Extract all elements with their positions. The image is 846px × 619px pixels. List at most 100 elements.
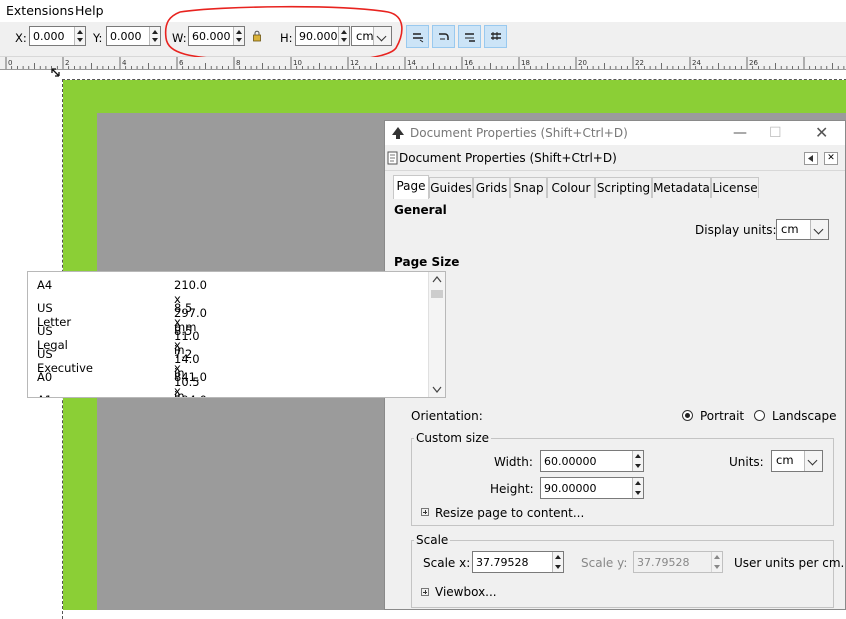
page-size-list[interactable]: A4 210.0 x 297.0 mm US Letter 8.5 x 11.0 in…	[27, 271, 446, 398]
tab-grids[interactable]: Grids	[473, 177, 510, 198]
ruler-label: 4	[122, 59, 127, 67]
page-size-name: A0	[37, 370, 53, 384]
x-input[interactable]	[30, 27, 76, 45]
viewbox-expander[interactable]: Viewbox...	[435, 585, 497, 599]
panel-iconify-button[interactable]	[804, 152, 818, 165]
tab-scripting[interactable]: Scripting	[595, 177, 652, 198]
horizontal-ruler[interactable]: 0 2 4 6 8 10 12 14 16 18 20 22 24 26	[0, 57, 846, 70]
panel-title: Document Properties (Shift+Ctrl+D)	[399, 151, 617, 165]
tab-guides[interactable]: Guides	[429, 177, 473, 198]
ruler-label: 2	[65, 59, 69, 67]
tab-snap[interactable]: Snap	[510, 177, 547, 198]
menu-help[interactable]: Help	[75, 3, 104, 18]
height-spinbox[interactable]	[540, 477, 644, 499]
page-size-scrollbar[interactable]	[428, 272, 445, 397]
move-gradients-button[interactable]	[458, 25, 481, 48]
chevron-down-icon	[804, 451, 822, 471]
move-gradients-icon	[465, 33, 475, 42]
y-input[interactable]	[107, 27, 151, 45]
width-spin-arrows[interactable]	[632, 451, 643, 471]
scale-corners-icon	[439, 33, 449, 40]
ruler-label: 26	[749, 59, 758, 67]
panel-close-icon[interactable]: ✕	[824, 152, 838, 165]
tab-page[interactable]: Page	[393, 175, 429, 199]
ruler-label: 24	[692, 59, 701, 67]
menu-extensions[interactable]: Extensions	[6, 3, 74, 18]
height-label: Height:	[490, 482, 534, 496]
general-heading: General	[394, 203, 447, 217]
move-patterns-icon	[491, 32, 501, 40]
resize-page-to-content-expander[interactable]: Resize page to content...	[435, 506, 584, 520]
dialog-panel-header: Document Properties (Shift+Ctrl+D) ✕	[385, 146, 845, 171]
width-input[interactable]	[541, 451, 633, 471]
y-spin-arrows[interactable]	[149, 27, 160, 45]
orientation-label: Orientation:	[411, 409, 483, 423]
ruler-label: 14	[407, 59, 416, 67]
ruler-label: 10	[293, 59, 302, 67]
page-size-name: A1	[37, 393, 52, 397]
document-properties-dialog: Document Properties (Shift+Ctrl+D) — ☐ ✕…	[384, 120, 846, 610]
ruler-label: 20	[578, 59, 587, 67]
ruler-ticks: 0 2 4 6 8 10 12 14 16 18 20 22 24 26	[5, 57, 845, 69]
scale-y-spin-arrows	[711, 552, 722, 572]
landscape-radio[interactable]	[754, 410, 765, 421]
maximize-button[interactable]: ☐	[769, 125, 782, 141]
height-spin-arrows[interactable]	[632, 478, 643, 498]
scale-title: Scale	[414, 533, 451, 547]
x-spin-arrows[interactable]	[74, 27, 85, 45]
scale-stroke-icon	[413, 33, 424, 43]
window-title: Document Properties (Shift+Ctrl+D)	[410, 126, 628, 140]
chevron-down-icon	[810, 220, 828, 239]
page-size-dimensions: 594.0 x 841.0 mm	[174, 393, 207, 397]
scale-corners-button[interactable]	[432, 25, 455, 48]
custom-units-select[interactable]: cm	[771, 450, 823, 472]
scale-y-spinbox	[633, 551, 723, 573]
portrait-label[interactable]: Portrait	[700, 409, 744, 423]
y-label: Y:	[93, 31, 103, 45]
portrait-radio[interactable]	[682, 410, 693, 421]
expand-plus-icon[interactable]	[421, 508, 429, 516]
height-input[interactable]	[541, 478, 633, 498]
scale-stroke-button[interactable]	[406, 25, 429, 48]
x-label: X:	[15, 31, 27, 45]
ruler-label: 12	[350, 59, 359, 67]
ruler-label: 0	[8, 59, 12, 67]
landscape-label[interactable]: Landscape	[772, 409, 836, 423]
move-patterns-button[interactable]	[484, 25, 507, 48]
page-size-heading: Page Size	[394, 255, 460, 269]
tab-license[interactable]: License	[711, 177, 759, 198]
minimize-button[interactable]: —	[733, 125, 747, 141]
custom-size-title: Custom size	[414, 431, 492, 445]
ruler-label: 6	[179, 59, 184, 67]
expand-plus-icon[interactable]	[421, 588, 429, 596]
y-spinbox[interactable]	[106, 26, 161, 46]
scale-x-label: Scale x:	[423, 556, 471, 570]
scale-x-input[interactable]	[473, 552, 553, 572]
ruler-label: 18	[521, 59, 530, 67]
display-units-label: Display units:	[695, 223, 777, 237]
display-units-select[interactable]: cm	[776, 219, 829, 240]
scale-x-spin-arrows[interactable]	[552, 552, 563, 572]
page-size-name: A4	[37, 278, 53, 292]
tab-colour[interactable]: Colour	[547, 177, 595, 198]
close-button[interactable]: ✕	[815, 123, 828, 142]
scale-y-input	[634, 552, 712, 572]
annotation-stroke	[164, 5, 403, 63]
menu-bar: Extensions Help	[0, 0, 846, 22]
tab-metadata[interactable]: Metadata	[652, 177, 711, 198]
display-units-value: cm	[781, 222, 799, 236]
tool-controls-bar: X: Y: W: H: cm	[0, 22, 846, 57]
dialog-titlebar[interactable]: Document Properties (Shift+Ctrl+D) — ☐ ✕	[385, 121, 845, 145]
ruler-label: 22	[635, 59, 644, 67]
custom-units-value: cm	[776, 453, 794, 467]
inkscape-logo-icon	[392, 127, 404, 139]
scale-x-spinbox[interactable]	[472, 551, 564, 573]
units-label: Units:	[729, 455, 764, 469]
width-spinbox[interactable]	[540, 450, 644, 472]
scale-y-label: Scale y:	[581, 556, 628, 570]
resize-arrow-icon[interactable]	[51, 68, 61, 78]
user-units-label: User units per cm.	[734, 556, 845, 570]
x-spinbox[interactable]	[29, 26, 86, 46]
ruler-label: 16	[464, 59, 473, 67]
document-properties-icon	[387, 151, 398, 165]
